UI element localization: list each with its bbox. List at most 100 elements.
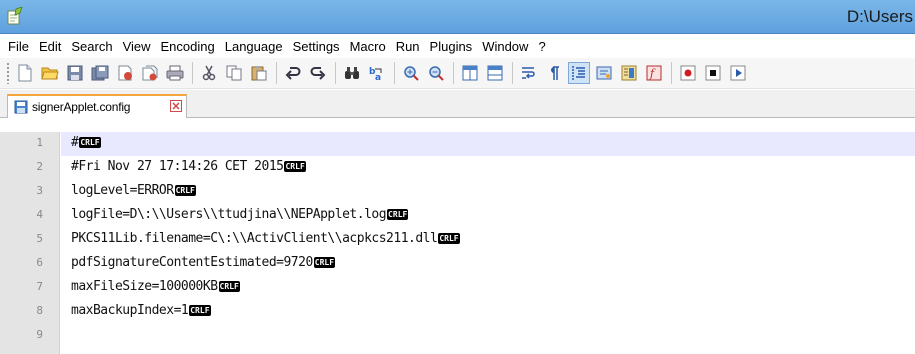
notepad-plus-plus-icon[interactable] (6, 7, 24, 25)
close-tab-icon[interactable] (170, 100, 182, 112)
editor-line[interactable]: 6 pdfSignatureContentEstimated=9720 CRLF (0, 252, 915, 276)
line-number: 5 (36, 232, 43, 245)
toolbar-separator (394, 62, 395, 84)
user-defined-language-button[interactable] (593, 62, 615, 84)
menu-edit[interactable]: Edit (34, 37, 66, 57)
line-content: maxBackupIndex=1 CRLF (71, 303, 211, 318)
editor-line[interactable]: 8 maxBackupIndex=1 CRLF (0, 300, 915, 324)
eol-crlf-marker: CRLF (189, 305, 211, 316)
toolbar-separator (192, 62, 193, 84)
editor-line[interactable]: 2 #Fri Nov 27 17:14:26 CET 2015 CRLF (0, 156, 915, 180)
line-number: 3 (36, 184, 43, 197)
doc-map-button[interactable] (618, 62, 640, 84)
save-button[interactable] (64, 62, 86, 84)
line-number: 7 (36, 280, 43, 293)
menu-file[interactable]: File (3, 37, 34, 57)
eol-crlf-marker: CRLF (313, 257, 336, 268)
open-folder-icon (41, 67, 59, 80)
editor-line[interactable]: 7 maxFileSize=100000KB CRLF (0, 276, 915, 300)
undo-button[interactable] (282, 62, 304, 84)
menu-encoding[interactable]: Encoding (156, 37, 220, 57)
document-map-icon (621, 65, 637, 81)
line-content: PKCS11Lib.filename=C\:\\ActivClient\\acp… (71, 231, 460, 246)
open-file-button[interactable] (39, 62, 61, 84)
eol-crlf-marker: CRLF (218, 281, 240, 292)
new-file-button[interactable] (14, 62, 36, 84)
menu-macro[interactable]: Macro (345, 37, 391, 57)
play-icon (730, 65, 746, 81)
menu-search[interactable]: Search (66, 37, 117, 57)
save-all-button[interactable] (89, 62, 111, 84)
printer-icon (166, 65, 184, 81)
line-number: 9 (36, 328, 43, 341)
sync-horizontal-icon (487, 65, 503, 81)
toolbar: ba f (0, 58, 915, 89)
menu-plugins[interactable]: Plugins (425, 37, 478, 57)
close-file-button[interactable] (114, 62, 136, 84)
scissors-icon (202, 65, 216, 81)
editor[interactable]: 1 # CRLF 2 #Fri Nov 27 17:14:26 CET 2015 C… (0, 132, 915, 354)
menu-help[interactable]: ? (533, 37, 550, 57)
new-file-icon (18, 64, 32, 82)
line-number: 8 (36, 304, 43, 317)
tab-signer-applet-config[interactable]: signerApplet.config (7, 94, 187, 118)
toolbar-separator (276, 62, 277, 84)
editor-line-overlay (0, 132, 915, 156)
line-content: logFile=D\:\\Users\\ttudjina\\NEPApplet.… (71, 207, 409, 222)
line-number: 4 (36, 208, 43, 221)
sync-vertical-icon (462, 65, 478, 81)
editor-line[interactable]: 4 logFile=D\:\\Users\\ttudjina\\NEPApple… (0, 204, 915, 228)
line-content: maxFileSize=100000KB CRLF (71, 279, 240, 294)
udl-icon (596, 66, 612, 80)
record-icon (680, 65, 696, 81)
floppy-disk-icon (67, 65, 83, 81)
editor-line[interactable]: 5 PKCS11Lib.filename=C\:\\ActivClient\\a… (0, 228, 915, 252)
cut-button[interactable] (198, 62, 220, 84)
menu-window[interactable]: Window (477, 37, 533, 57)
toolbar-separator (453, 62, 454, 84)
clipboard-icon (251, 66, 267, 81)
file-saved-icon (14, 100, 28, 114)
undo-icon (285, 67, 301, 80)
indent-guide-icon (572, 66, 585, 80)
line-number: 2 (36, 160, 43, 173)
editor-line[interactable]: 3 logLevel=ERROR CRLF (0, 180, 915, 204)
close-all-button[interactable] (139, 62, 161, 84)
menu-settings[interactable]: Settings (288, 37, 345, 57)
zoom-out-button[interactable] (425, 62, 447, 84)
toolbar-separator (512, 62, 513, 84)
editor-line[interactable]: 9 (0, 324, 915, 348)
word-wrap-button[interactable] (518, 62, 540, 84)
record-macro-button[interactable] (677, 62, 699, 84)
title-bar: D:\Users (0, 0, 915, 34)
pilcrow-icon (551, 66, 559, 80)
show-all-characters-button[interactable] (543, 62, 565, 84)
copy-button[interactable] (223, 62, 245, 84)
redo-button[interactable] (307, 62, 329, 84)
paste-button[interactable] (248, 62, 270, 84)
line-number: 6 (36, 256, 43, 269)
zoom-in-button[interactable] (400, 62, 422, 84)
sync-horizontal-button[interactable] (484, 62, 506, 84)
stop-recording-button[interactable] (702, 62, 724, 84)
menu-view[interactable]: View (118, 37, 156, 57)
function-list-button[interactable]: f (643, 62, 665, 84)
copy-icon (226, 65, 242, 81)
find-button[interactable] (341, 62, 363, 84)
eol-crlf-marker: CRLF (174, 185, 196, 196)
menu-bar: File Edit Search View Encoding Language … (0, 36, 915, 58)
replace-button[interactable]: ba (366, 62, 388, 84)
menu-run[interactable]: Run (391, 37, 425, 57)
menu-language[interactable]: Language (220, 37, 288, 57)
zoom-in-icon (404, 66, 419, 81)
tab-strip: signerApplet.config (0, 90, 915, 118)
print-button[interactable] (164, 62, 186, 84)
line-content: pdfSignatureContentEstimated=9720 CRLF (71, 255, 336, 270)
sync-vertical-button[interactable] (459, 62, 481, 84)
indent-guide-button[interactable] (568, 62, 590, 84)
line-content: logLevel=ERROR CRLF (71, 183, 196, 198)
toolbar-grip[interactable] (6, 62, 10, 84)
play-macro-button[interactable] (727, 62, 749, 84)
save-all-icon (91, 65, 109, 81)
eol-crlf-marker: CRLF (387, 209, 409, 220)
